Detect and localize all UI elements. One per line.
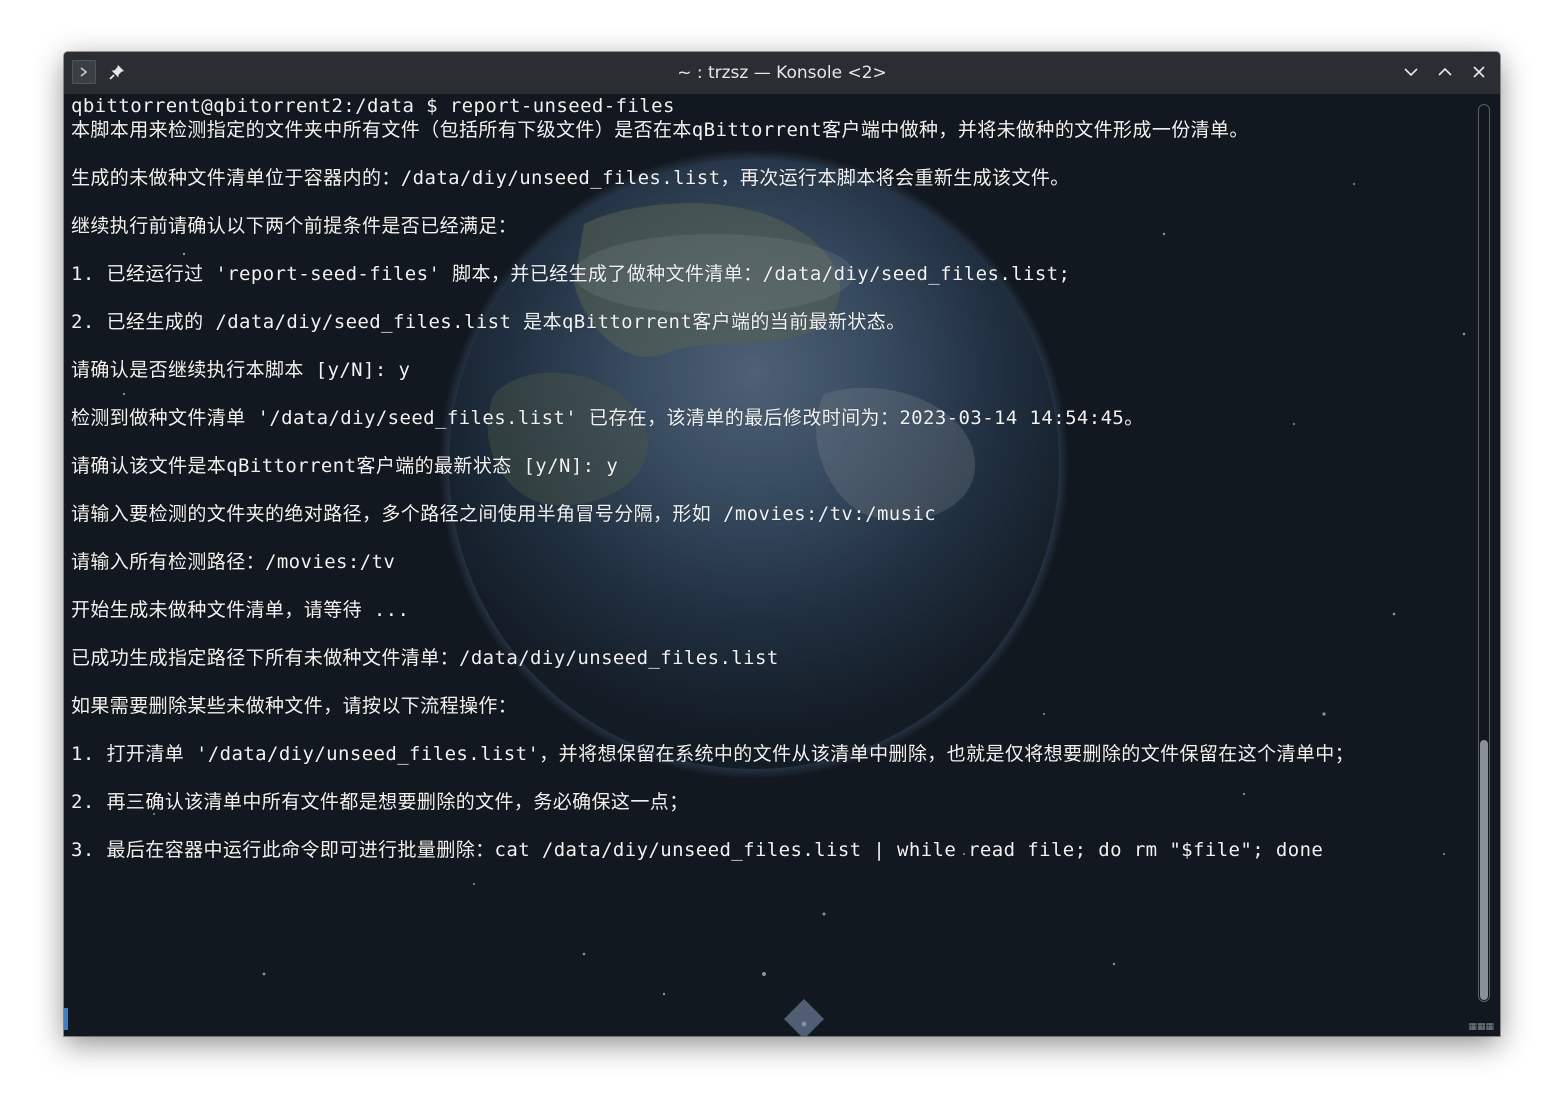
terminal-marker (64, 1008, 68, 1030)
minimize-button[interactable] (1400, 61, 1422, 83)
scrollbar[interactable] (1478, 104, 1490, 1002)
terminal-line: 1. 已经运行过 'report-seed-files' 脚本，并已经生成了做种… (71, 263, 1071, 285)
terminal-line: 请输入所有检测路径：/movies:/tv (71, 551, 396, 573)
window-title: ~ : trzsz — Konsole <2> (677, 63, 887, 83)
watermark: ▦▦▦ (1468, 1022, 1494, 1032)
terminal-line: 请确认是否继续执行本脚本 [y/N]: y (71, 359, 411, 381)
title-bar[interactable]: ~ : trzsz — Konsole <2> (64, 52, 1500, 94)
chevron-up-icon (1438, 67, 1452, 76)
terminal-line: 开始生成未做种文件清单，请等待 ... (71, 599, 410, 621)
terminal-line: 继续执行前请确认以下两个前提条件是否已经满足： (71, 215, 518, 237)
terminal-line: qbittorrent@qbitorrent2:/data $ report-u… (71, 95, 675, 117)
chevron-down-icon (1404, 68, 1418, 77)
terminal-line: 2. 已经生成的 /data/diy/seed_files.list 是本qBi… (71, 311, 906, 333)
terminal-line: 生成的未做种文件清单位于容器内的：/data/diy/unseed_files.… (71, 167, 1070, 189)
window-controls (1400, 61, 1490, 83)
terminal-line: 1. 打开清单 '/data/diy/unseed_files.list'，并将… (71, 743, 1355, 765)
terminal-output[interactable]: qbittorrent@qbitorrent2:/data $ report-u… (71, 94, 1466, 862)
terminal-line: 如果需要删除某些未做种文件，请按以下流程操作： (71, 695, 518, 717)
terminal-line: 3. 最后在容器中运行此命令即可进行批量删除：cat /data/diy/uns… (71, 839, 1324, 861)
terminal-line: 请确认该文件是本qBittorrent客户端的最新状态 [y/N]: y (71, 455, 619, 477)
terminal-line: 2. 再三确认该清单中所有文件都是想要删除的文件，务必确保这一点； (71, 791, 689, 813)
close-icon (1473, 66, 1485, 78)
konsole-window: ~ : trzsz — Konsole <2> qbittorrent@qbit… (64, 52, 1500, 1036)
maximize-button[interactable] (1434, 61, 1456, 83)
terminal-view[interactable]: qbittorrent@qbitorrent2:/data $ report-u… (64, 94, 1500, 1036)
terminal-line: 已成功生成指定路径下所有未做种文件清单：/data/diy/unseed_fil… (71, 647, 779, 669)
close-button[interactable] (1468, 61, 1490, 83)
scrollbar-thumb[interactable] (1480, 740, 1488, 1000)
terminal-line: 检测到做种文件清单 '/data/diy/seed_files.list' 已存… (71, 407, 1144, 429)
terminal-line: 本脚本用来检测指定的文件夹中所有文件（包括所有下级文件）是否在本qBittorr… (71, 119, 1249, 141)
terminal-line: 请输入要检测的文件夹的绝对路径，多个路径之间使用半角冒号分隔，形如 /movie… (71, 503, 937, 525)
